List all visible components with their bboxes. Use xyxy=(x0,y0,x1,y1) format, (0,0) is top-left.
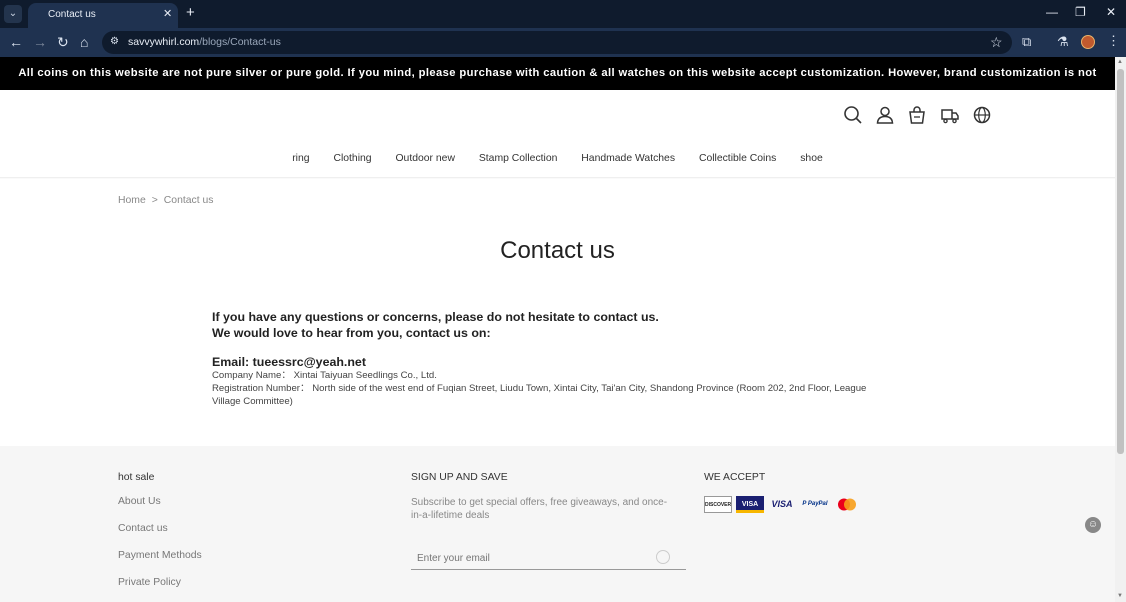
breadcrumb-current: Contact us xyxy=(163,195,214,206)
breadcrumb-separator: > xyxy=(151,195,158,206)
main-navigation: ring Clothing Outdoor new Stamp Collecti… xyxy=(0,153,1115,164)
menu-item-ring[interactable]: ring xyxy=(292,153,309,164)
footer-we-accept-title: WE ACCEPT xyxy=(704,472,766,483)
footer-link-contact-us[interactable]: Contact us xyxy=(118,523,168,534)
footer-link-payment-methods[interactable]: Payment Methods xyxy=(118,550,202,561)
minimize-icon[interactable]: — xyxy=(1046,5,1058,19)
scroll-thumb[interactable] xyxy=(1117,69,1124,454)
labs-flask-icon[interactable]: ⚗ xyxy=(1057,34,1069,50)
page-scrollbar[interactable]: ▲ ▼ xyxy=(1115,57,1126,602)
mastercard-circles-icon xyxy=(838,498,856,511)
url-domain: savvywhirl.com xyxy=(128,36,200,48)
footer-signup-title: SIGN UP AND SAVE xyxy=(411,472,508,483)
breadcrumb: Home > Contact us xyxy=(118,195,213,206)
company-name: Company Name： Xintai Taiyuan Seedlings C… xyxy=(212,370,437,381)
new-tab-plus-icon[interactable]: + xyxy=(186,4,195,21)
browser-tab[interactable]: Contact us ✕ xyxy=(28,3,178,28)
profile-avatar[interactable] xyxy=(1081,35,1095,49)
footer-link-private-policy[interactable]: Private Policy xyxy=(118,577,181,588)
extensions-puzzle-icon[interactable]: ⧉ xyxy=(1022,34,1031,50)
address-bar[interactable]: ⚙ savvywhirl.com/blogs/Contact-us ☆ xyxy=(102,31,1012,54)
contact-content: If you have any questions or concerns, p… xyxy=(212,309,872,408)
menu-item-shoe[interactable]: shoe xyxy=(800,153,823,164)
search-icon[interactable] xyxy=(843,105,863,125)
browser-menu-icon[interactable]: ⋮ xyxy=(1107,33,1120,49)
tab-search-chevron-icon[interactable]: ⌄ xyxy=(4,5,22,23)
menu-item-clothing[interactable]: Clothing xyxy=(333,153,371,164)
visa-logo-icon: VISA xyxy=(771,499,793,509)
footer-link-about-us[interactable]: About Us xyxy=(118,496,161,507)
site-info-icon[interactable]: ⚙ xyxy=(110,36,119,47)
page-title: Contact us xyxy=(500,237,615,264)
tab-title: Contact us xyxy=(48,9,96,20)
contact-email: Email: tueessrc@yeah.net xyxy=(212,355,366,369)
chat-bot-icon[interactable]: ☺ xyxy=(1085,517,1101,533)
scroll-down-arrow-icon[interactable]: ▼ xyxy=(1117,593,1123,599)
track-order-truck-icon[interactable] xyxy=(940,105,960,125)
restore-icon[interactable]: ❐ xyxy=(1075,5,1086,19)
footer-signup-text: Subscribe to get special offers, free gi… xyxy=(411,497,668,521)
account-user-icon[interactable] xyxy=(875,105,895,125)
url-path: /blogs/Contact-us xyxy=(199,36,281,48)
registration-number: Registration Number： North side of the w… xyxy=(212,383,867,407)
bookmark-star-icon[interactable]: ☆ xyxy=(990,34,1003,51)
menu-item-collectible-coins[interactable]: Collectible Coins xyxy=(699,153,776,164)
paypal-logo-icon: P PayPal xyxy=(802,501,828,507)
announcement-bar: All coins on this website are not pure s… xyxy=(0,57,1115,112)
newsletter-email-input[interactable] xyxy=(417,549,647,567)
breadcrumb-home[interactable]: Home xyxy=(118,195,146,206)
close-tab-icon[interactable]: ✕ xyxy=(163,7,172,20)
site-footer: hot sale About Us Contact us Payment Met… xyxy=(0,446,1115,602)
visa-card-icon: VISA xyxy=(736,496,764,513)
menu-item-handmade-watches[interactable]: Handmade Watches xyxy=(581,153,675,164)
browser-tab-strip: ⌄ Contact us ✕ + — ❐ ✕ xyxy=(0,0,1126,28)
menu-item-outdoor-new[interactable]: Outdoor new xyxy=(395,153,455,164)
url-text[interactable]: savvywhirl.com/blogs/Contact-us xyxy=(128,36,281,48)
mastercard-logo-icon xyxy=(836,496,858,513)
back-arrow-icon[interactable]: ← xyxy=(9,34,23,50)
browser-toolbar: ← → ↻ ⌂ ⚙ savvywhirl.com/blogs/Contact-u… xyxy=(0,28,1126,57)
header-divider xyxy=(0,177,1115,179)
window-close-icon[interactable]: ✕ xyxy=(1106,5,1116,19)
discover-card-icon: DISCOVER xyxy=(704,496,732,513)
menu-item-stamp-collection[interactable]: Stamp Collection xyxy=(479,153,558,164)
newsletter-form xyxy=(411,546,686,570)
footer-hot-sale-title: hot sale xyxy=(118,472,155,483)
home-icon[interactable]: ⌂ xyxy=(80,34,88,50)
subscribe-arrow-icon[interactable] xyxy=(656,550,670,564)
cart-bag-icon[interactable] xyxy=(907,105,927,125)
reload-icon[interactable]: ↻ xyxy=(57,34,69,51)
forward-arrow-icon[interactable]: → xyxy=(33,34,47,50)
scroll-up-arrow-icon[interactable]: ▲ xyxy=(1117,59,1123,65)
intro-line-1: If you have any questions or concerns, p… xyxy=(212,310,659,324)
intro-line-2: We would love to hear from you, contact … xyxy=(212,326,491,340)
page-viewport: All coins on this website are not pure s… xyxy=(0,57,1115,602)
language-globe-icon[interactable] xyxy=(972,105,992,125)
